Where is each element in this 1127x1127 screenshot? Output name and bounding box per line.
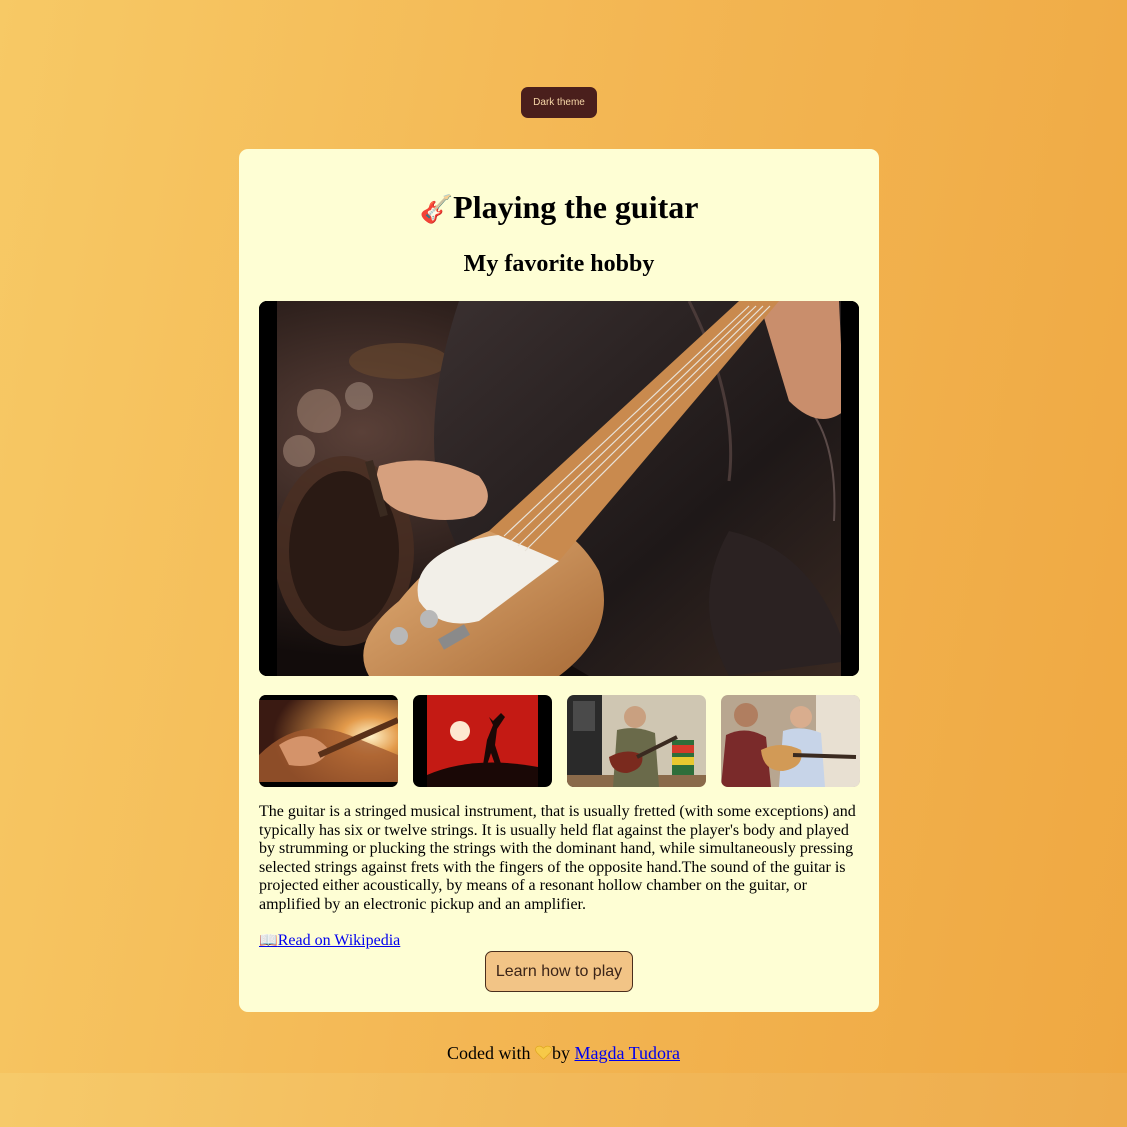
- hobby-card: 🎸Playing the guitar My favorite hobby Th…: [239, 149, 879, 1012]
- page-title-text: Playing the guitar: [453, 189, 699, 225]
- page-title: 🎸Playing the guitar: [239, 187, 879, 229]
- footer-prefix: Coded with: [446, 1043, 531, 1063]
- guitar-lesson-photo: [721, 695, 860, 787]
- thumbnail-gallery: [259, 695, 860, 787]
- page-bottom-band: [0, 1073, 1127, 1127]
- learn-how-to-play-button[interactable]: Learn how to play: [485, 951, 633, 992]
- footer-by: by: [551, 1043, 570, 1063]
- guitarist-silhouette-art: [413, 695, 552, 787]
- guitar-description: The guitar is a stringed musical instrum…: [259, 803, 856, 913]
- footer: Coded with by Magda Tudora: [0, 1043, 1127, 1064]
- man-electric-guitar-art: [567, 695, 706, 787]
- guitarist-photo-art: [259, 301, 859, 676]
- guitar-icon: 🎸: [419, 194, 454, 225]
- yellow-heart-icon: [535, 1045, 552, 1060]
- page-subtitle: My favorite hobby: [463, 251, 655, 277]
- acoustic-guitar-closeup-photo: [259, 695, 398, 787]
- wikipedia-link[interactable]: 📖Read on Wikipedia: [259, 931, 400, 950]
- man-playing-electric-guitar-photo: [567, 695, 706, 787]
- guitarist-photo: [259, 301, 859, 676]
- author-link[interactable]: Magda Tudora: [574, 1043, 680, 1063]
- acoustic-guitar-closeup-art: [259, 695, 398, 787]
- dark-theme-button[interactable]: Dark theme: [521, 87, 597, 118]
- guitarist-silhouette-sunset-photo: [413, 695, 552, 787]
- book-icon: 📖: [259, 931, 278, 949]
- guitar-lesson-art: [721, 695, 860, 787]
- wikipedia-link-label: Read on Wikipedia: [277, 932, 401, 949]
